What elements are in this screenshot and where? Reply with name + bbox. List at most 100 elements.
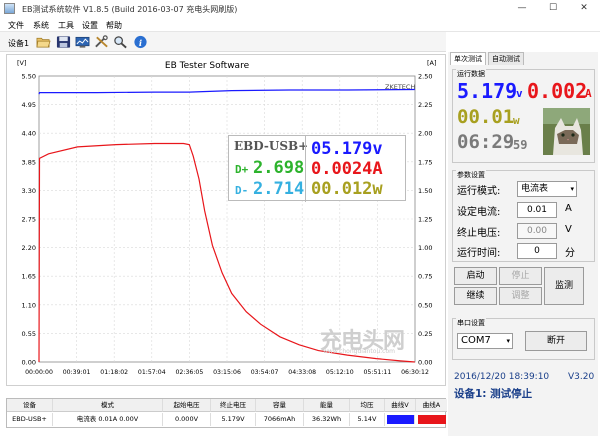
right-tick-label: 1.25: [418, 216, 432, 224]
right-tick-label: 0.25: [418, 330, 432, 338]
curve-v-color-swatch[interactable]: [387, 415, 415, 424]
title-bar: EB测试系统软件 V1.8.5 (Build 2016-03-07 充电头网刷版…: [0, 0, 600, 18]
device-label: 设备1: [8, 39, 30, 48]
x-tick-label: 01:57:04: [138, 369, 166, 376]
table-row[interactable]: EBD-USB+ 电流表 0.01A 0.00V 0.000V 5.179V 7…: [7, 413, 447, 426]
cell-avg-voltage: 5.14V: [350, 413, 385, 426]
right-tick-label: 1.75: [418, 158, 432, 166]
results-table: 设备 模式 起始电压 终止电压 容量 能量 均压 曲线V 曲线A EBD-USB…: [6, 398, 447, 428]
lcd-current: 0.002: [527, 79, 588, 103]
chevron-down-icon: ▾: [506, 337, 510, 345]
menu-bar: 文件 系统 工具 设置 帮助: [0, 18, 600, 32]
right-tick-label: 2.25: [418, 101, 432, 109]
cell-stop-voltage: 5.179V: [211, 413, 256, 426]
maximize-button[interactable]: ☐: [543, 2, 563, 15]
start-button[interactable]: 启动: [454, 267, 497, 285]
left-tick-label: 3.30: [22, 187, 36, 195]
menu-help[interactable]: 帮助: [106, 20, 122, 31]
left-tick-label: 5.50: [22, 73, 36, 81]
right-tick-label: 1.50: [418, 187, 432, 195]
set-current-input[interactable]: 0.01: [517, 202, 557, 218]
lcd-current-unit: A: [585, 87, 592, 100]
col-curve-a: 曲线A: [416, 399, 447, 412]
curve-a-color-swatch[interactable]: [418, 415, 446, 424]
minimize-button[interactable]: —: [512, 2, 532, 15]
disconnect-button[interactable]: 断开: [525, 331, 587, 351]
right-tick-label: 2.50: [418, 73, 432, 81]
menu-file[interactable]: 文件: [8, 20, 24, 31]
right-tick-label: 2.00: [418, 130, 432, 138]
chart-title: EB Tester Software: [165, 61, 250, 71]
col-device: 设备: [7, 399, 53, 412]
left-tick-label: 2.20: [22, 244, 36, 252]
stop-button[interactable]: 停止: [499, 267, 542, 285]
stop-voltage-unit: V: [565, 224, 572, 235]
cell-mode: 电流表 0.01A 0.00V: [53, 413, 163, 426]
right-tick-label: 0.75: [418, 273, 432, 281]
right-axis-unit: [A]: [427, 59, 437, 67]
run-time-unit: 分: [565, 248, 575, 259]
left-tick-label: 1.65: [22, 273, 36, 281]
overlay-device-name: EBD-USB+: [234, 139, 309, 153]
right-tick-label: 1.00: [418, 244, 432, 252]
col-capacity: 容量: [256, 399, 304, 412]
adjust-button[interactable]: 调整: [499, 287, 542, 305]
cell-device: EBD-USB+: [7, 413, 53, 426]
app-icon: [4, 3, 15, 14]
menu-tools[interactable]: 工具: [58, 20, 74, 31]
x-tick-label: 03:15:06: [213, 369, 241, 376]
monitor-button[interactable]: 监测: [544, 267, 584, 305]
port-select-value: COM7: [461, 335, 491, 346]
serial-group: 串口设置 COM7 ▾ 断开: [452, 318, 595, 360]
left-tick-label: 1.10: [22, 301, 36, 309]
x-tick-label: 00:00:00: [25, 369, 53, 376]
save-icon[interactable]: [56, 35, 71, 49]
mode-label: 运行模式:: [457, 186, 501, 197]
status-message: 设备1: 测试停止: [454, 388, 533, 400]
continue-button[interactable]: 继续: [454, 287, 497, 305]
cell-capacity: 7066mAh: [256, 413, 304, 426]
menu-system[interactable]: 系统: [33, 20, 49, 31]
left-tick-label: 3.85: [22, 158, 36, 166]
stop-voltage-input[interactable]: 0.00: [517, 223, 557, 239]
status-version: V3.20: [568, 372, 595, 382]
run-time-input[interactable]: 0: [517, 243, 557, 259]
overlay-power: 00.012w: [311, 179, 383, 199]
x-tick-label: 03:54:07: [251, 369, 279, 376]
window-title: EB测试系统软件 V1.8.5 (Build 2016-03-07 充电头网刷版…: [22, 5, 238, 14]
search-icon[interactable]: [113, 35, 128, 49]
info-icon[interactable]: i: [133, 35, 148, 49]
left-tick-label: 4.40: [22, 130, 36, 138]
cat-photo: [543, 108, 590, 155]
mode-select[interactable]: 电流表 ▾: [517, 181, 577, 197]
monitor-icon[interactable]: [75, 35, 90, 49]
left-axis-unit: [V]: [17, 59, 27, 67]
lcd-time: 06:29: [457, 131, 515, 153]
chart-panel: 5.50 2.50 4.95 2.25 4.40 2.00 3.85 1.75 3.30 1.50…: [6, 54, 446, 386]
col-avg-voltage: 均压: [350, 399, 385, 412]
set-current-label: 设定电流:: [457, 207, 501, 218]
run-data-title: 运行数据: [456, 69, 486, 79]
mode-select-value: 电流表: [521, 184, 549, 194]
tab-single-test[interactable]: 单次测试: [450, 52, 486, 65]
tools-icon[interactable]: [94, 35, 109, 49]
x-tick-label: 01:18:02: [100, 369, 128, 376]
x-tick-label: 05:51:11: [364, 369, 392, 376]
port-select[interactable]: COM7 ▾: [457, 333, 513, 349]
overlay-voltage: 05.179v: [311, 139, 383, 159]
cell-energy: 36.32Wh: [304, 413, 350, 426]
table-header-row: 设备 模式 起始电压 终止电压 容量 能量 均压 曲线V 曲线A: [7, 399, 447, 412]
tab-auto-test[interactable]: 自动测试: [488, 52, 524, 65]
close-button[interactable]: ✕: [574, 2, 594, 15]
svg-text:i: i: [139, 38, 142, 48]
x-tick-label: 00:39:01: [63, 369, 91, 376]
params-group: 参数设置 运行模式: 电流表 ▾ 设定电流: 0.01 A 终止电压: 0.00…: [452, 170, 595, 262]
menu-settings[interactable]: 设置: [82, 20, 98, 31]
x-tick-label: 06:30:12: [401, 369, 429, 376]
right-tick-label: 0.00: [418, 359, 432, 367]
overlay-dplus-label: D+: [235, 163, 249, 176]
overlay-dminus-value: 2.714: [253, 179, 305, 199]
col-start-voltage: 起始电压: [163, 399, 211, 412]
folder-open-icon[interactable]: [36, 35, 51, 49]
col-stop-voltage: 终止电压: [211, 399, 256, 412]
